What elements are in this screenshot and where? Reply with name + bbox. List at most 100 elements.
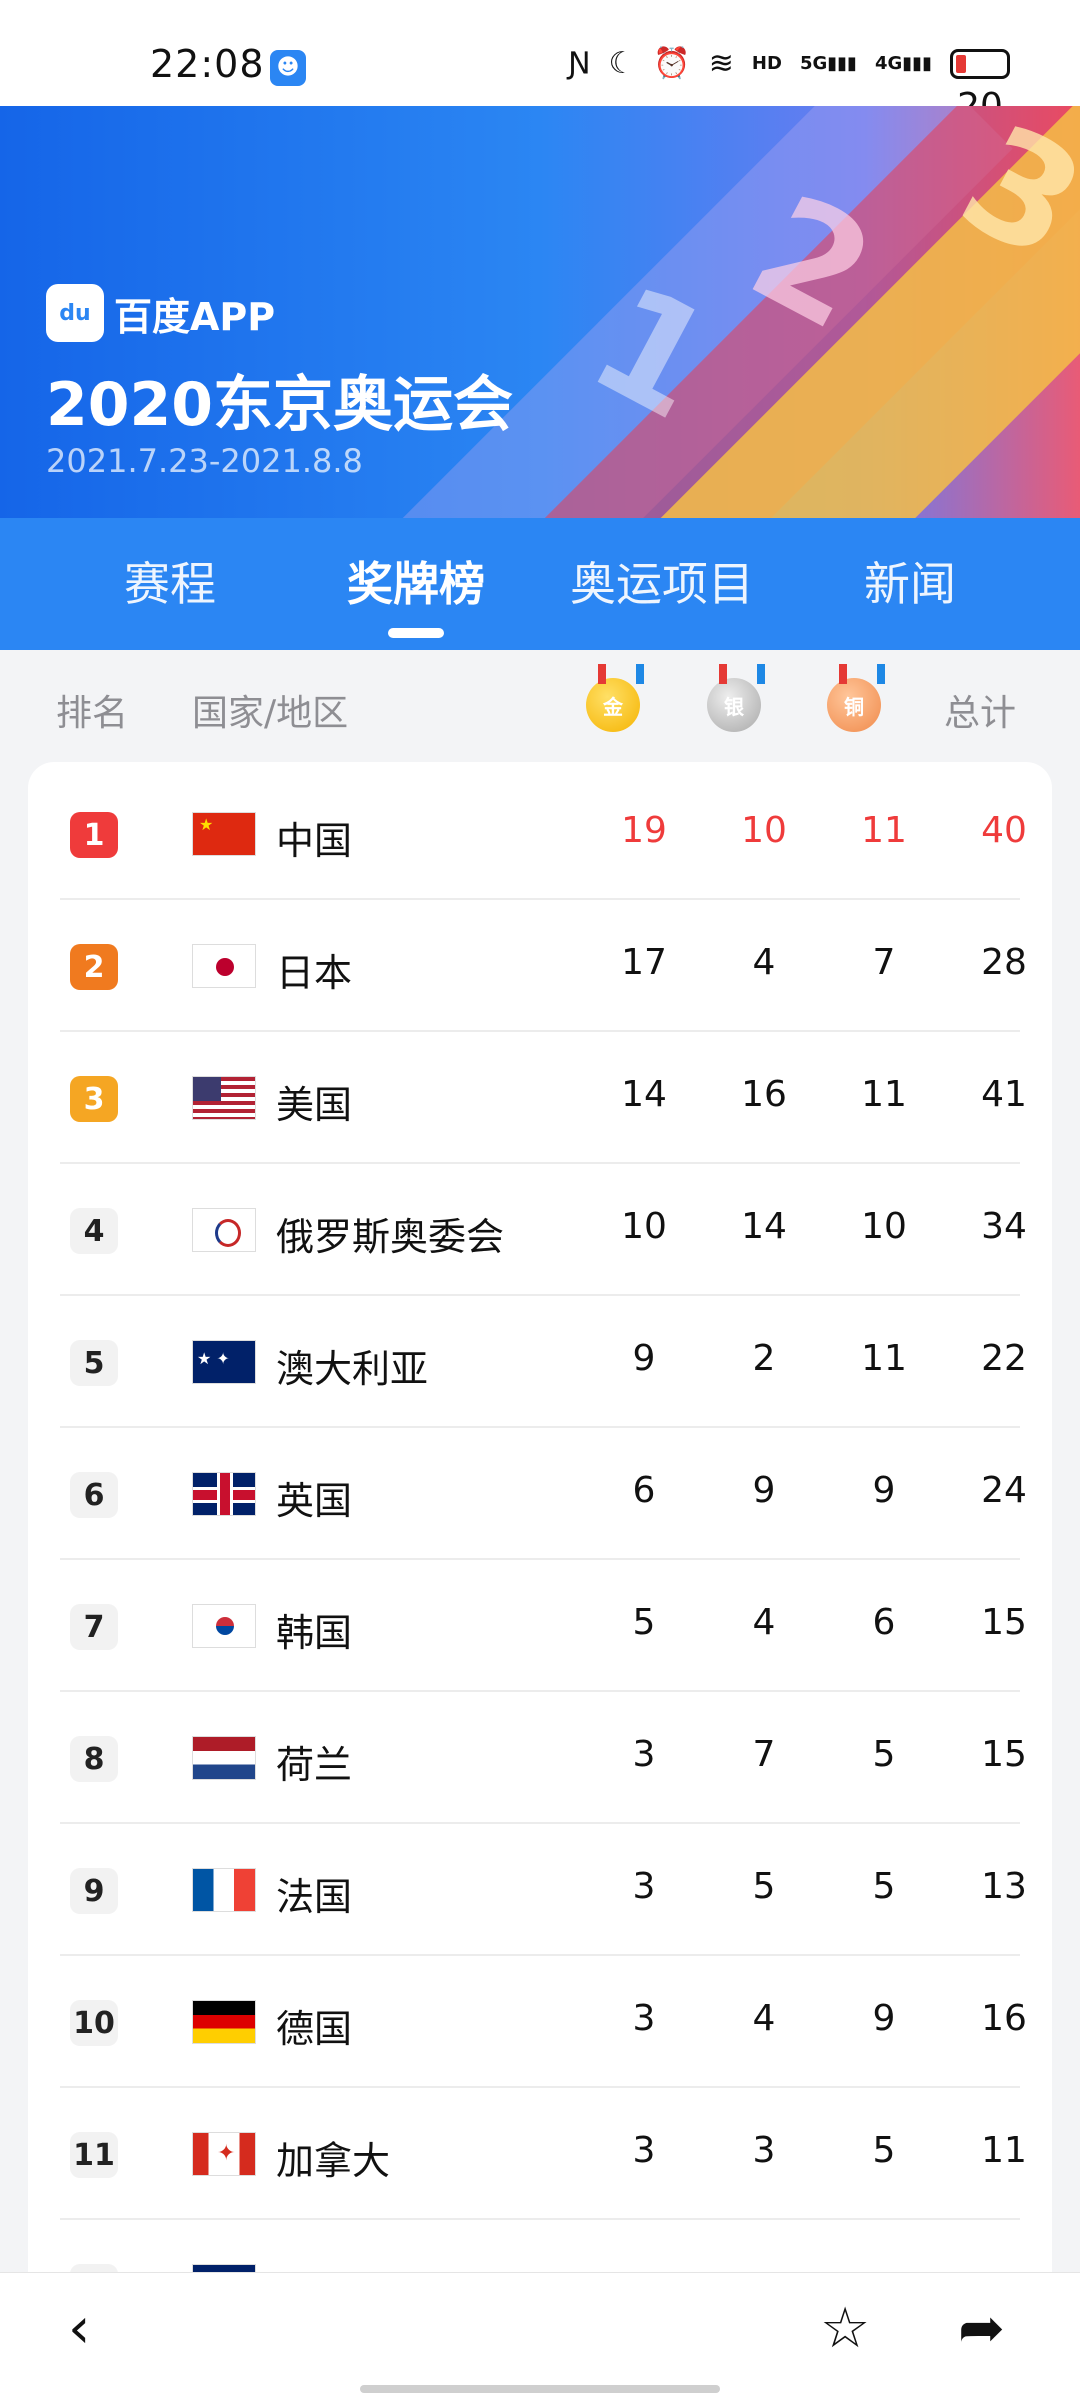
android-notification-icon: ☻ bbox=[270, 50, 306, 86]
rank-badge: 1 bbox=[70, 812, 118, 858]
gold-medal-icon: 金 bbox=[586, 678, 640, 732]
header-rank: 排名 bbox=[56, 693, 129, 734]
total-count: 11 bbox=[981, 2130, 1027, 2171]
total-count: 28 bbox=[981, 942, 1027, 983]
star-icon[interactable]: ☆ bbox=[820, 2299, 870, 2359]
brand-name: 百度APP bbox=[114, 294, 276, 339]
flag-au-icon bbox=[192, 1340, 256, 1384]
table-row[interactable]: 5 澳大利亚 9 2 11 22 bbox=[60, 1296, 1027, 1428]
table-row[interactable]: 7 韩国 5 4 6 15 bbox=[60, 1560, 1027, 1692]
total-count: 15 bbox=[981, 1734, 1027, 1775]
silver-count: 4 bbox=[752, 1602, 776, 1643]
total-count: 22 bbox=[981, 1338, 1027, 1379]
country-name: 俄罗斯奥委会 bbox=[276, 1215, 505, 1259]
silver-count: 10 bbox=[741, 810, 787, 851]
country-name: 美国 bbox=[276, 1083, 353, 1127]
rank-badge: 7 bbox=[70, 1604, 118, 1650]
gold-count: 6 bbox=[632, 1470, 656, 1511]
flag-uk-icon bbox=[192, 1472, 256, 1516]
country-name: 日本 bbox=[276, 951, 353, 995]
table-row[interactable]: 6 英国 6 9 9 24 bbox=[60, 1428, 1027, 1560]
silver-count: 4 bbox=[752, 942, 776, 983]
gold-count: 3 bbox=[632, 1734, 656, 1775]
table-row[interactable]: 9 法国 3 5 5 13 bbox=[60, 1824, 1027, 1956]
rank-badge: 5 bbox=[70, 1340, 118, 1386]
bronze-count: 11 bbox=[861, 1074, 907, 1115]
total-count: 34 bbox=[981, 1206, 1027, 1247]
table-header: 排名 国家/地区 金 银 铜 总计 bbox=[0, 650, 1080, 758]
header-country: 国家/地区 bbox=[192, 693, 349, 734]
bottom-toolbar: ‹ ☆ ➦ bbox=[0, 2272, 1080, 2400]
home-indicator[interactable] bbox=[360, 2385, 720, 2393]
bronze-count: 10 bbox=[861, 1206, 907, 1247]
baidu-brand: du 百度APP bbox=[46, 284, 275, 342]
silver-count: 14 bbox=[741, 1206, 787, 1247]
event-dates: 2021.7.23-2021.8.8 bbox=[46, 442, 363, 480]
table-row[interactable]: 11 加拿大 3 3 5 11 bbox=[60, 2088, 1027, 2220]
flag-de-icon bbox=[192, 2000, 256, 2044]
tab-olympic-events[interactable]: 奥运项目 bbox=[542, 548, 782, 614]
table-row[interactable]: 4 俄罗斯奥委会 10 14 10 34 bbox=[60, 1164, 1027, 1296]
silver-count: 3 bbox=[752, 2130, 776, 2171]
silver-count: 7 bbox=[752, 1734, 776, 1775]
battery-icon: 20 bbox=[950, 49, 1010, 127]
wifi-icon: ≋ bbox=[708, 46, 734, 81]
flag-us-icon bbox=[192, 1076, 256, 1120]
tab-bar: 赛程 奖牌榜 奥运项目 新闻 bbox=[0, 518, 1080, 650]
gold-count: 3 bbox=[632, 1866, 656, 1907]
flag-jp-icon bbox=[192, 944, 256, 988]
silver-count: 9 bbox=[752, 1470, 776, 1511]
table-row[interactable]: 10 德国 3 4 9 16 bbox=[60, 1956, 1027, 2088]
total-count: 16 bbox=[981, 1998, 1027, 2039]
gold-count: 3 bbox=[632, 2130, 656, 2171]
bronze-count: 11 bbox=[861, 810, 907, 851]
table-row[interactable]: 8 荷兰 3 7 5 15 bbox=[60, 1692, 1027, 1824]
country-name: 加拿大 bbox=[276, 2139, 391, 2183]
table-row[interactable]: 2 日本 17 4 7 28 bbox=[60, 900, 1027, 1032]
status-bar: 22:08 ☻ Ɲ ☾ ⏰ ≋ HD 5G▮▮▮ 4G▮▮▮ 20 bbox=[0, 0, 1080, 127]
country-name: 荷兰 bbox=[276, 1743, 353, 1787]
tab-schedule[interactable]: 赛程 bbox=[50, 548, 290, 614]
gold-count: 9 bbox=[632, 1338, 656, 1379]
olympics-banner: 1 2 3 du 百度APP 2020东京奥运会 2021.7.23-2021.… bbox=[0, 106, 1080, 518]
tab-medal-table[interactable]: 奖牌榜 bbox=[296, 548, 536, 614]
flag-kr-icon bbox=[192, 1604, 256, 1648]
bronze-count: 6 bbox=[872, 1602, 896, 1643]
gold-count: 10 bbox=[621, 1206, 667, 1247]
tab-news[interactable]: 新闻 bbox=[790, 548, 1030, 614]
bronze-count: 5 bbox=[872, 2130, 896, 2171]
signal-5g-icon: 5G▮▮▮ bbox=[799, 53, 857, 74]
share-icon[interactable]: ➦ bbox=[958, 2299, 1005, 2359]
gold-count: 19 bbox=[621, 810, 667, 851]
flag-ca-icon bbox=[192, 2132, 256, 2176]
baidu-paw-logo-icon: du bbox=[46, 284, 104, 342]
flag-roc-icon bbox=[192, 1208, 256, 1252]
silver-count: 4 bbox=[752, 1998, 776, 2039]
status-icons: Ɲ ☾ ⏰ ≋ HD 5G▮▮▮ 4G▮▮▮ 20 bbox=[568, 46, 1010, 127]
total-count: 15 bbox=[981, 1602, 1027, 1643]
country-name: 法国 bbox=[276, 1875, 353, 1919]
bronze-count: 9 bbox=[872, 1470, 896, 1511]
bronze-count: 11 bbox=[861, 1338, 907, 1379]
bronze-count: 9 bbox=[872, 1998, 896, 2039]
back-icon[interactable]: ‹ bbox=[68, 2299, 90, 2359]
flag-fr-icon bbox=[192, 1868, 256, 1912]
active-tab-indicator bbox=[388, 628, 444, 638]
silver-medal-icon: 银 bbox=[707, 678, 761, 732]
silver-count: 16 bbox=[741, 1074, 787, 1115]
bronze-count: 7 bbox=[872, 942, 896, 983]
total-count: 13 bbox=[981, 1866, 1027, 1907]
rank-badge: 11 bbox=[70, 2132, 118, 2178]
total-count: 24 bbox=[981, 1470, 1027, 1511]
silver-count: 2 bbox=[752, 1338, 776, 1379]
rank-badge: 6 bbox=[70, 1472, 118, 1518]
table-row[interactable]: 1 中国 19 10 11 40 bbox=[60, 768, 1027, 900]
flag-cn-icon bbox=[192, 812, 256, 856]
table-row[interactable]: 3 美国 14 16 11 41 bbox=[60, 1032, 1027, 1164]
total-count: 41 bbox=[981, 1074, 1027, 1115]
silver-count: 5 bbox=[752, 1866, 776, 1907]
bronze-count: 5 bbox=[872, 1734, 896, 1775]
rank-badge: 10 bbox=[70, 2000, 118, 2046]
header-total: 总计 bbox=[944, 693, 1017, 734]
country-name: 英国 bbox=[276, 1479, 353, 1523]
